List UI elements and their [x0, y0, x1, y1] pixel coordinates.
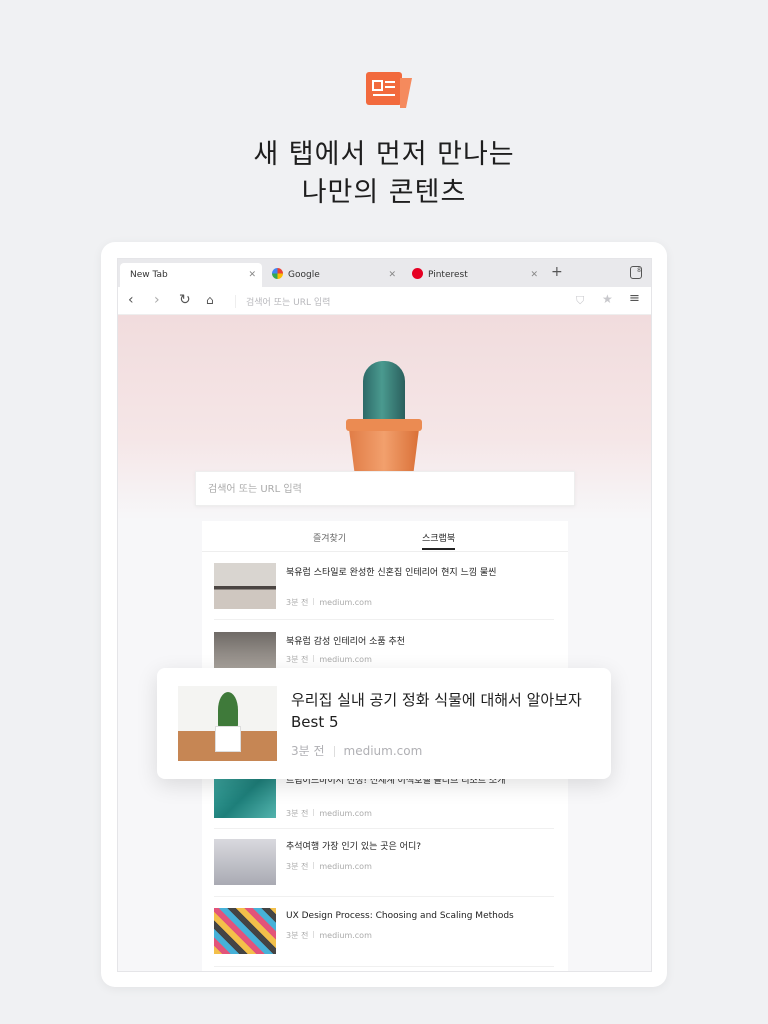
divider: [202, 551, 568, 552]
item-title: 북유럽 스타일로 완성한 신혼집 인테리어 현지 느낌 물씬: [286, 568, 497, 578]
cactus-image: [363, 361, 405, 425]
item-source: medium.com: [319, 931, 372, 940]
item-thumbnail: [214, 908, 276, 954]
card-time: 3분 전: [291, 744, 325, 758]
tab-count-icon[interactable]: 8: [630, 266, 642, 279]
close-icon[interactable]: ✕: [388, 263, 396, 287]
card-meta: 3분 전 medium.com: [291, 742, 422, 759]
item-thumbnail: [214, 839, 276, 885]
item-title: 추석여행 가장 인기 있는 곳은 어디?: [286, 842, 422, 852]
home-icon[interactable]: ⌂: [206, 293, 214, 307]
headline-line-2: 나만의 콘텐츠: [301, 177, 467, 208]
item-source: medium.com: [319, 862, 372, 871]
divider: [313, 598, 315, 605]
plant-image: [218, 692, 238, 728]
tab-new-tab[interactable]: New Tab ✕: [120, 263, 262, 287]
divider: [313, 809, 315, 816]
browser-window: New Tab ✕ Google ✕ Pinterest ✕ + 8 ‹ › ↻…: [117, 258, 652, 972]
card-thumbnail: [178, 686, 277, 761]
item-meta: 3분 전 medium.com: [286, 930, 372, 941]
item-title: UX Design Process: Choosing and Scaling …: [286, 911, 514, 921]
reload-icon[interactable]: ↻: [179, 292, 191, 308]
card-title: 우리집 실내 공기 정화 식물에 대해서 알아보자 Best 5: [291, 691, 582, 731]
tab-scrapbook[interactable]: 스크랩북: [422, 531, 456, 550]
item-time: 3분 전: [286, 809, 309, 818]
tab-bar: New Tab ✕ Google ✕ Pinterest ✕ + 8: [118, 259, 651, 287]
toolbar: ‹ › ↻ ⌂ 검색어 또는 URL 입력 ⛉ ★ ≡: [118, 287, 651, 315]
tab-google[interactable]: Google ✕: [262, 263, 402, 287]
back-icon[interactable]: ‹: [128, 292, 134, 308]
divider: [214, 896, 554, 897]
item-source: medium.com: [319, 655, 372, 664]
pot-image: [215, 726, 241, 752]
item-time: 3분 전: [286, 655, 309, 664]
close-icon[interactable]: ✕: [248, 263, 256, 287]
tab-favorites[interactable]: 즐겨찾기: [313, 531, 346, 544]
highlight-card[interactable]: 우리집 실내 공기 정화 식물에 대해서 알아보자 Best 5 3분 전 med…: [157, 668, 611, 779]
item-source: medium.com: [319, 809, 372, 818]
tab-label: Google: [288, 270, 320, 280]
divider: [214, 966, 554, 967]
forward-icon[interactable]: ›: [154, 292, 160, 308]
divider: [313, 655, 315, 662]
divider: [214, 619, 554, 620]
close-icon[interactable]: ✕: [530, 263, 538, 287]
item-source: medium.com: [319, 598, 372, 607]
headline-line-1: 새 탭에서 먼저 만나는: [253, 139, 515, 170]
app-logo-icon: [366, 72, 412, 108]
google-icon: [272, 268, 283, 279]
item-time: 3분 전: [286, 862, 309, 871]
star-icon[interactable]: ★: [602, 292, 613, 306]
divider: [333, 746, 335, 757]
divider: [214, 828, 554, 829]
item-title: 북유럽 감성 인테리어 소품 추천: [286, 637, 406, 647]
item-meta: 3분 전 medium.com: [286, 808, 372, 819]
plus-icon[interactable]: +: [551, 264, 563, 280]
pot-rim-image: [346, 419, 422, 431]
item-meta: 3분 전 medium.com: [286, 597, 372, 608]
pinterest-icon: [412, 268, 423, 279]
search-input[interactable]: 검색어 또는 URL 입력: [195, 471, 575, 506]
divider: [313, 862, 315, 869]
divider: [313, 931, 315, 938]
url-input[interactable]: 검색어 또는 URL 입력: [235, 295, 330, 308]
card-source: medium.com: [343, 744, 423, 758]
item-meta: 3분 전 medium.com: [286, 654, 372, 665]
item-thumbnail: [214, 563, 276, 609]
menu-icon[interactable]: ≡: [629, 291, 640, 306]
item-time: 3분 전: [286, 931, 309, 940]
tab-label: New Tab: [130, 270, 168, 280]
item-time: 3분 전: [286, 598, 309, 607]
shield-icon[interactable]: ⛉: [576, 294, 584, 308]
tab-pinterest[interactable]: Pinterest ✕: [402, 263, 544, 287]
tab-label: Pinterest: [428, 270, 468, 280]
item-meta: 3분 전 medium.com: [286, 861, 372, 872]
